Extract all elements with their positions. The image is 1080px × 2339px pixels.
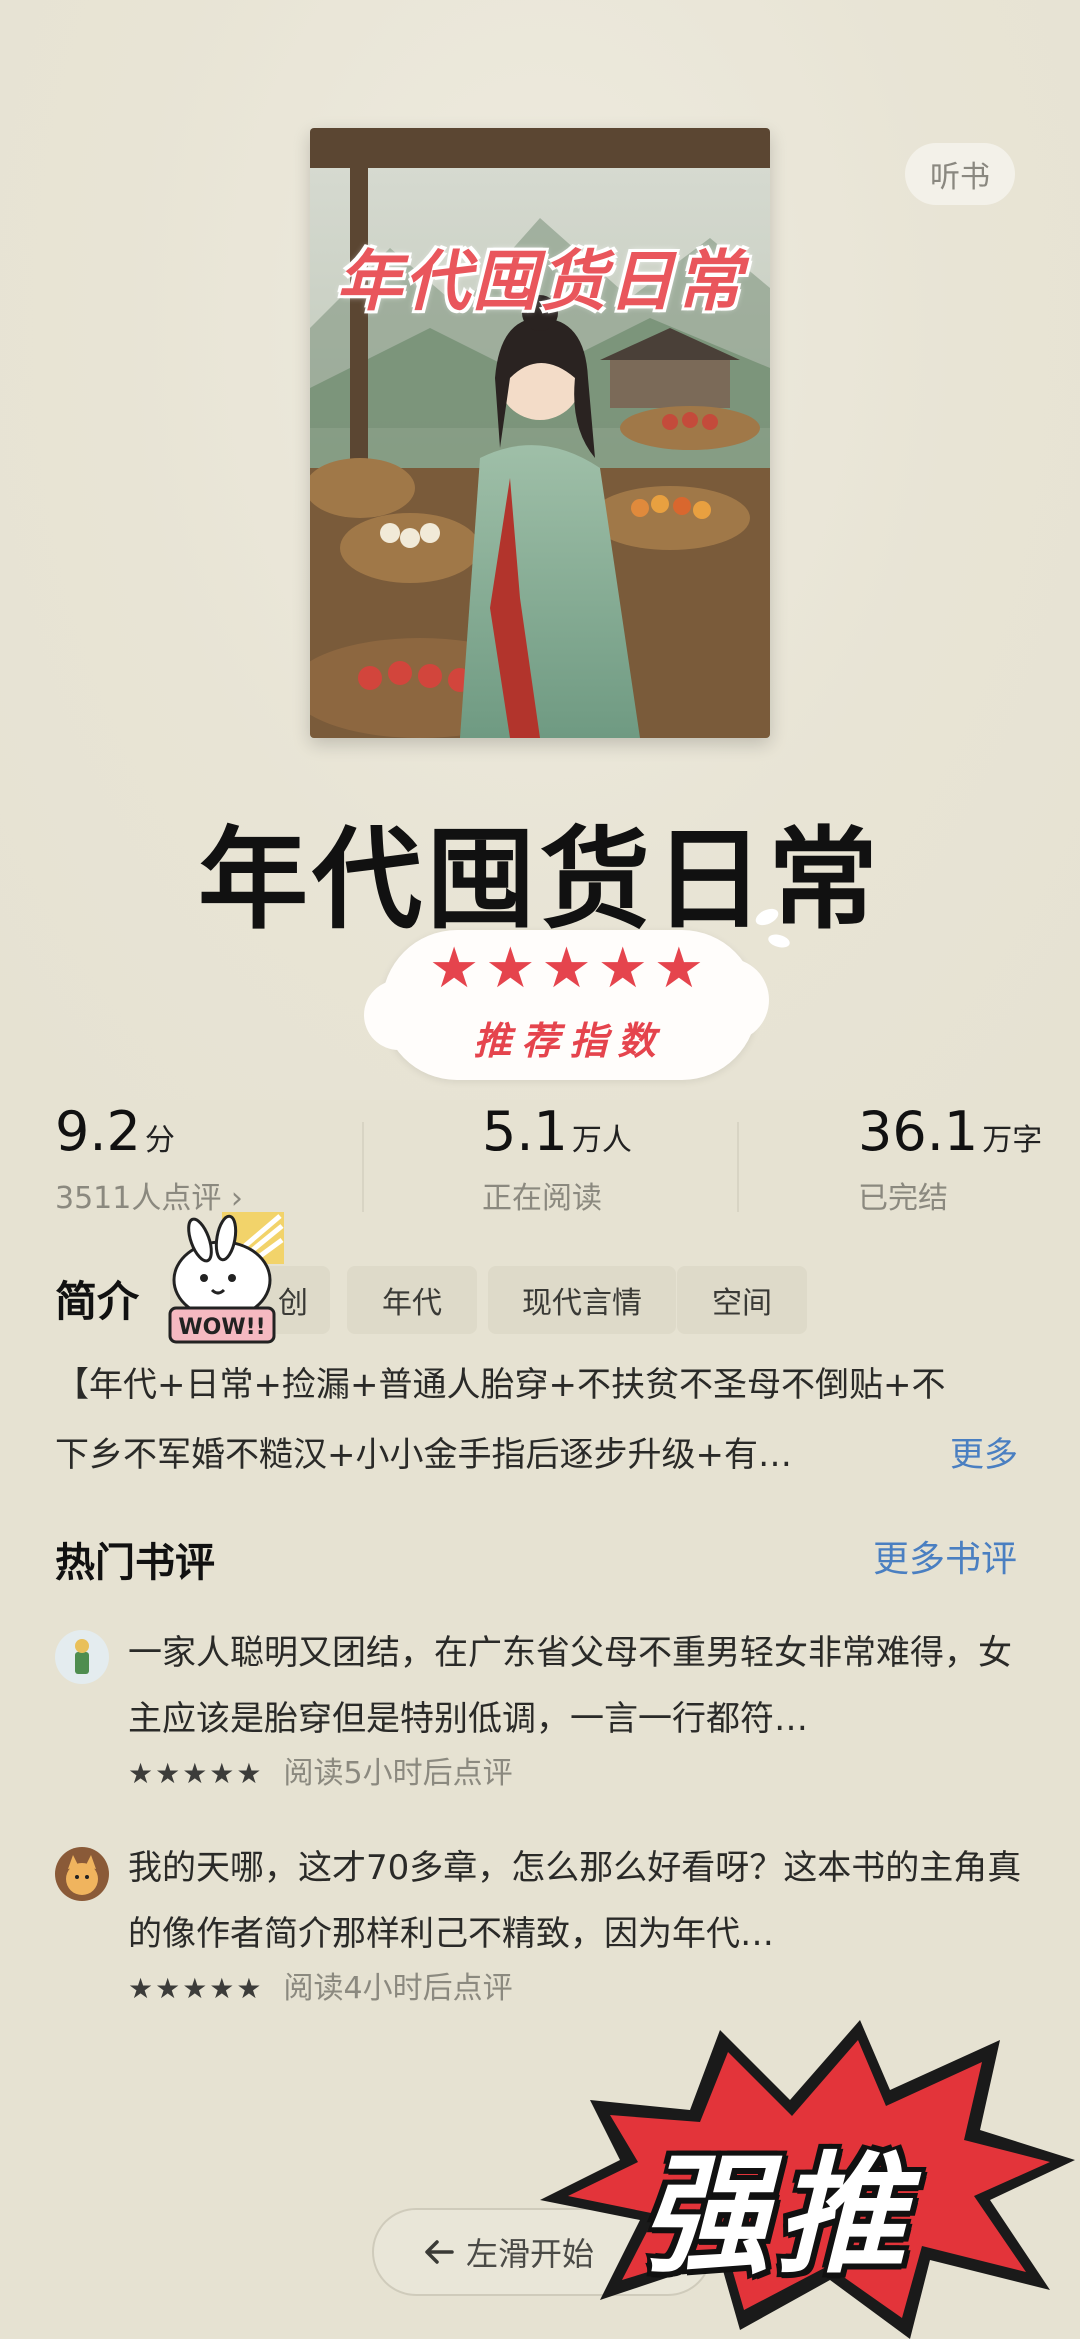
intro-line-2[interactable]: 下乡不军婚不糙汉+小小金手指后逐步升级+有… — [55, 1420, 895, 1490]
tag-space[interactable]: 空间 — [677, 1266, 807, 1334]
stat-readers: 5.1 万人 正在阅读 — [482, 1100, 632, 1217]
book-title: 年代囤货日常 — [198, 816, 882, 944]
readers-label: 正在阅读 — [482, 1181, 602, 1216]
intro-line-1[interactable]: 【年代+日常+捡漏+普通人胎穿+不扶贫不圣母不倒贴+不 — [55, 1350, 1030, 1420]
review-text: 我的天哪，这才70多章，怎么那么好看呀？这本书的主角真的像作者简介那样利己不精致… — [128, 1848, 1022, 1954]
intro-more-link[interactable]: 更多 — [950, 1420, 1018, 1490]
wow-sticker-icon: WOW!! — [168, 1212, 284, 1344]
review-text: 一家人聪明又团结，在广东省父母不重男轻女非常难得，女主应该是胎穿但是特别低调，一… — [128, 1633, 1012, 1739]
avatar[interactable] — [55, 1847, 109, 1901]
cover-title: 年代囤货日常 — [336, 243, 744, 320]
stat-words: 36.1 万字 已完结 — [858, 1100, 1042, 1217]
avatar[interactable] — [55, 1630, 109, 1684]
review-stars-icon: ★★★★★ — [128, 1972, 264, 2005]
words-unit: 万字 — [982, 1123, 1043, 1158]
divider — [362, 1122, 364, 1212]
review-meta: ★★★★★ 阅读5小时后点评 — [128, 1748, 513, 1792]
hot-reviews-heading: 热门书评 — [55, 1540, 215, 1586]
cat-avatar-icon — [55, 1847, 109, 1901]
wow-text: WOW!! — [178, 1315, 265, 1340]
status-label: 已完结 — [858, 1181, 948, 1216]
readers-value: 5.1 — [482, 1100, 568, 1163]
score-value: 9.2 — [55, 1100, 141, 1163]
intro-heading: 简介 — [55, 1277, 140, 1326]
promo-text: 强推 — [640, 2139, 913, 2291]
tag-era[interactable]: 年代 — [347, 1266, 477, 1334]
listen-button[interactable]: 听书 — [905, 143, 1015, 205]
review-stars-icon: ★★★★★ — [128, 1757, 264, 1790]
recommend-sticker: ★★★★★ 推荐指数 — [364, 930, 769, 1080]
arrow-left-icon — [425, 2240, 454, 2264]
splash-icon — [755, 908, 790, 948]
divider — [737, 1122, 739, 1212]
tag-modern-romance[interactable]: 现代言情 — [488, 1266, 676, 1334]
stat-score[interactable]: 9.2 分 3511人点评 › — [55, 1100, 243, 1217]
review-meta: ★★★★★ 阅读4小时后点评 — [128, 1963, 513, 2007]
cover-illustration — [310, 128, 770, 738]
review-time: 阅读4小时后点评 — [283, 1971, 513, 2006]
book-cover[interactable]: 年代囤货日常 — [310, 128, 770, 738]
more-reviews-link[interactable]: 更多书评 — [873, 1530, 1017, 1582]
recommend-label: 推荐指数 — [473, 1019, 666, 1063]
score-unit: 分 — [144, 1123, 175, 1158]
words-value: 36.1 — [858, 1100, 979, 1163]
recommend-stars-icon: ★★★★★ — [428, 936, 710, 1001]
avatar-icon — [55, 1630, 109, 1684]
readers-unit: 万人 — [571, 1123, 632, 1158]
review-time: 阅读5小时后点评 — [283, 1756, 513, 1791]
